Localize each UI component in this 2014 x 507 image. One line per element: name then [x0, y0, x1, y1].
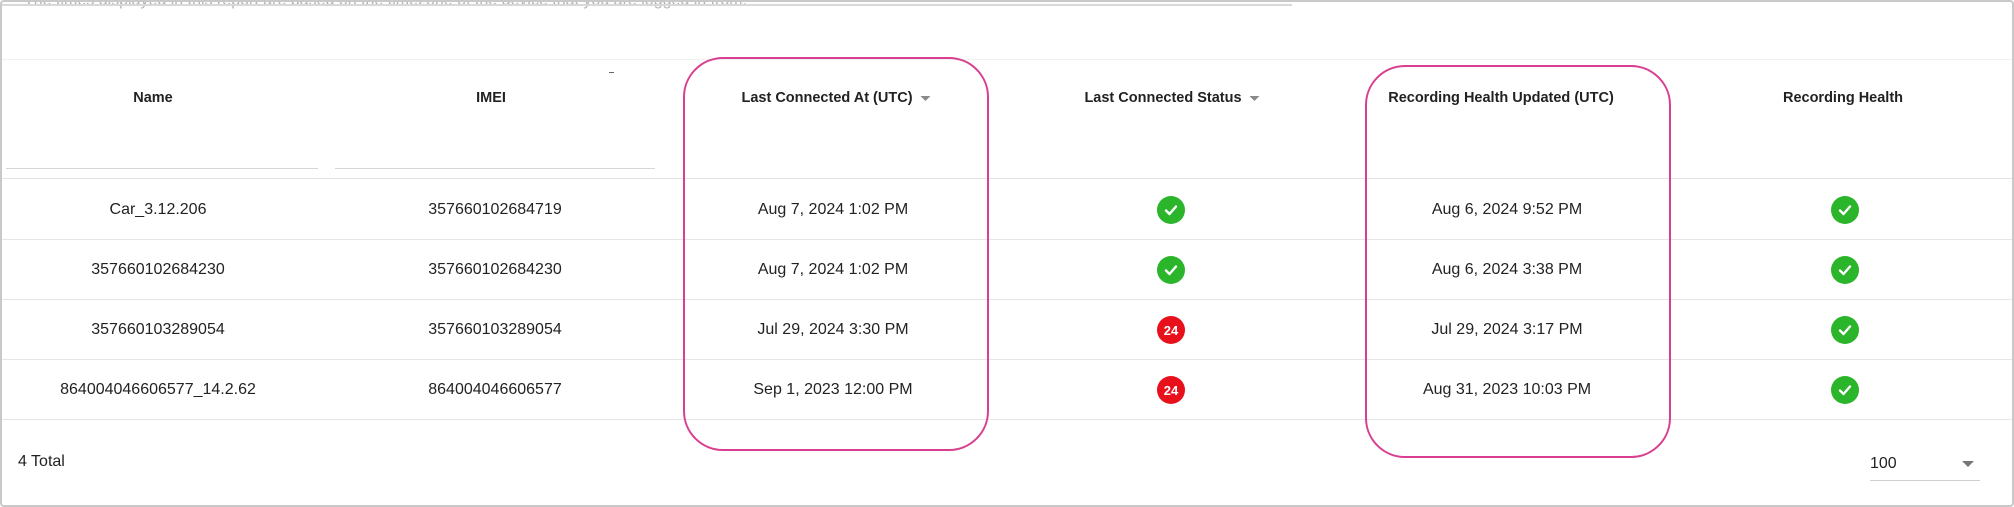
column-header-name[interactable]: Name [133, 90, 173, 106]
page-size-select[interactable]: 100 [1870, 448, 1980, 481]
row-divider [2, 419, 2012, 420]
cell-recording-health [1831, 316, 1859, 344]
cell-recording-health [1831, 196, 1859, 224]
cell-recording-health-updated: Aug 31, 2023 10:03 PM [1422, 381, 1592, 398]
cell-last-connected-at: Aug 7, 2024 1:02 PM [757, 261, 909, 278]
checkmark-circle-icon [1831, 376, 1859, 404]
name-filter-input[interactable] [6, 168, 318, 169]
table-row[interactable]: 357660103289054 357660103289054 Jul 29, 20… [2, 300, 2012, 360]
cell-name: 864004046606577_14.2.62 [60, 381, 256, 398]
cell-imei: 357660102684719 [428, 201, 562, 218]
cell-imei: 864004046606577 [428, 381, 562, 398]
caret-down-icon[interactable] [920, 95, 931, 101]
cell-name: Car_3.12.206 [109, 201, 207, 218]
checkmark-circle-icon [1157, 196, 1185, 224]
cell-last-connected-status: 24 [1157, 376, 1185, 404]
checkmark-circle-icon [1831, 256, 1859, 284]
checkmark-circle-icon [1157, 256, 1185, 284]
cell-last-connected-at: Aug 7, 2024 1:02 PM [757, 201, 909, 218]
cell-recording-health-updated: Aug 6, 2024 3:38 PM [1431, 261, 1583, 278]
column-header-recording-health-updated[interactable]: Recording Health Updated (UTC) [1388, 90, 1614, 106]
cell-recording-health-updated: Aug 6, 2024 9:52 PM [1431, 201, 1583, 218]
table-row[interactable]: Car_3.12.206 357660102684719 Aug 7, 2024 1… [2, 180, 2012, 240]
column-header-last-connected-status[interactable]: Last Connected Status [1084, 90, 1260, 106]
cell-imei: 357660103289054 [428, 321, 562, 338]
table-row[interactable]: 357660102684230 357660102684230 Aug 7, 202… [2, 240, 2012, 300]
divider [2, 59, 2012, 60]
total-count: 4 Total [18, 453, 65, 470]
cell-last-connected-at: Sep 1, 2023 12:00 PM [753, 381, 913, 398]
column-header-imei[interactable]: IMEI [476, 90, 506, 106]
cell-recording-health [1831, 256, 1859, 284]
status-badge: 24 [1157, 316, 1185, 344]
cell-last-connected-status: 24 [1157, 316, 1185, 344]
cell-last-connected-at: Jul 29, 2024 3:30 PM [757, 321, 909, 338]
checkmark-circle-icon [1831, 316, 1859, 344]
cell-recording-health-updated: Jul 29, 2024 3:17 PM [1431, 321, 1583, 338]
cell-name: 357660102684230 [91, 261, 225, 278]
caret-down-icon[interactable] [1249, 95, 1260, 101]
checkmark-circle-icon [1831, 196, 1859, 224]
cell-imei: 357660102684230 [428, 261, 562, 278]
report-table-panel: The times displayed in this report are b… [0, 0, 2014, 507]
chevron-down-icon[interactable] [1962, 461, 1974, 467]
cell-last-connected-status [1157, 196, 1185, 224]
divider [2, 178, 2012, 179]
column-header-last-connected-at[interactable]: Last Connected At (UTC) [741, 90, 931, 106]
imei-filter-input[interactable] [335, 168, 655, 169]
page-size-value: 100 [1870, 455, 1897, 472]
stray-mark [609, 72, 614, 73]
divider [2, 4, 1292, 6]
column-header-recording-health[interactable]: Recording Health [1783, 90, 1903, 106]
cell-name: 357660103289054 [91, 321, 225, 338]
status-badge: 24 [1157, 376, 1185, 404]
table-row[interactable]: 864004046606577_14.2.62 864004046606577 Se… [2, 360, 2012, 420]
cell-recording-health [1831, 376, 1859, 404]
cell-last-connected-status [1157, 256, 1185, 284]
